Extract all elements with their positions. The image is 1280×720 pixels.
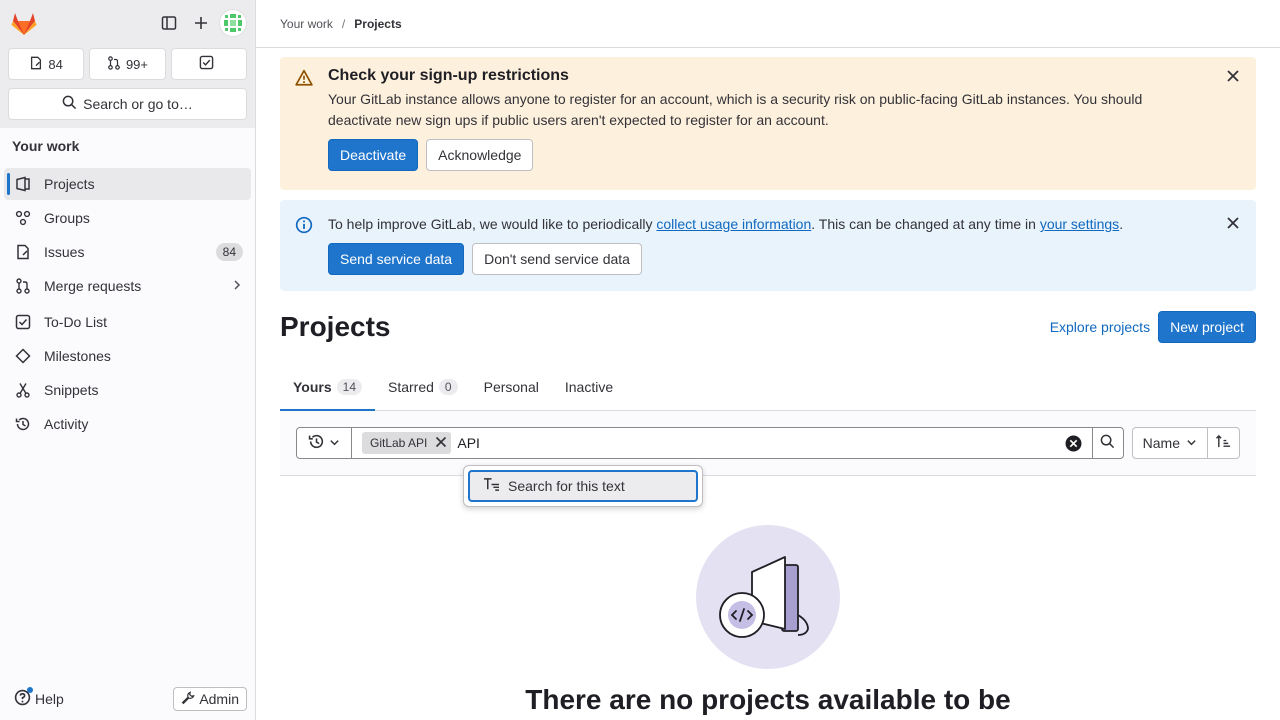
close-icon[interactable] <box>1226 216 1240 233</box>
sidebar-section-title: Your work <box>12 138 80 154</box>
issues-icon <box>14 243 32 261</box>
dont-send-service-data-button[interactable]: Don't send service data <box>472 243 642 275</box>
main-content: Your work / Projects Check your sign-up … <box>256 0 1280 720</box>
toggle-sidebar-icon[interactable] <box>153 7 185 39</box>
avatar[interactable] <box>219 9 247 37</box>
sidebar-item-activity[interactable]: Activity <box>4 408 251 440</box>
alert-title: Check your sign-up restrictions <box>328 67 569 84</box>
close-icon[interactable] <box>1226 69 1240 86</box>
sidebar-item-merge-requests[interactable]: Merge requests <box>4 270 251 302</box>
search-button[interactable] <box>1091 428 1123 458</box>
chevron-down-icon <box>1186 435 1197 451</box>
notification-dot <box>27 687 33 693</box>
search-icon <box>62 95 77 113</box>
sidebar-header: 84 99+ Search or go to… <box>0 0 255 128</box>
sort-by-dropdown[interactable]: Name <box>1131 427 1208 459</box>
filtered-search-input[interactable]: GitLab API API <box>296 427 1124 459</box>
chevron-right-icon <box>231 278 243 294</box>
send-service-data-button[interactable]: Send service data <box>328 243 465 275</box>
search-icon <box>1100 434 1115 452</box>
wrench-icon <box>181 690 195 708</box>
sidebar-item-groups[interactable]: Groups <box>4 202 251 234</box>
snippet-icon <box>14 381 32 399</box>
your-settings-link[interactable]: your settings <box>1040 216 1119 232</box>
todo-icon <box>14 313 32 331</box>
issues-count-badge: 84 <box>215 243 243 261</box>
chevron-down-icon <box>329 435 340 451</box>
warning-icon <box>295 69 313 90</box>
page-title: Projects <box>280 311 391 342</box>
sidebar-footer: Help Admin <box>0 678 255 720</box>
todo-counter[interactable] <box>170 48 247 80</box>
tab-count-badge: 0 <box>438 378 458 395</box>
breadcrumb-current[interactable]: Projects <box>354 17 401 31</box>
merge-requests-counter[interactable]: 99+ <box>89 48 166 80</box>
issues-icon <box>29 56 43 73</box>
recent-searches-button[interactable] <box>297 428 352 458</box>
deactivate-button[interactable]: Deactivate <box>328 139 419 171</box>
milestone-icon <box>14 347 32 365</box>
gitlab-logo-icon[interactable] <box>8 7 40 39</box>
breadcrumb-parent[interactable]: Your work <box>280 17 333 31</box>
search-or-go-to-button[interactable]: Search or go to… <box>8 88 247 120</box>
search-text[interactable]: API <box>457 435 1061 451</box>
collect-usage-information-link[interactable]: collect usage information <box>656 216 811 232</box>
history-icon <box>14 415 32 433</box>
search-token[interactable]: GitLab API <box>362 432 452 454</box>
help-button[interactable]: Help <box>14 687 64 709</box>
breadcrumb: Your work / Projects <box>256 0 1280 48</box>
project-icon <box>14 175 32 193</box>
search-suggestions-dropdown: Search for this text <box>463 465 703 507</box>
tab-personal[interactable]: Personal <box>471 363 552 410</box>
sidebar-item-milestones[interactable]: Milestones <box>4 340 251 372</box>
empty-state-title: There are no projects available to be <box>525 684 1011 715</box>
sort-ascending-icon <box>1215 434 1232 452</box>
sidebar: 84 99+ Search or go to… Your work Projec… <box>0 0 256 720</box>
tab-starred[interactable]: Starred 0 <box>375 363 471 410</box>
new-project-button[interactable]: New project <box>1158 311 1256 343</box>
clear-icon[interactable] <box>1062 435 1086 452</box>
issues-counter[interactable]: 84 <box>8 48 85 80</box>
tab-count-badge: 14 <box>336 378 362 395</box>
breadcrumb-separator: / <box>341 16 346 31</box>
acknowledge-button[interactable]: Acknowledge <box>426 139 534 171</box>
sidebar-item-snippets[interactable]: Snippets <box>4 374 251 406</box>
sidebar-nav: Projects Groups Issues 84 Merge requests… <box>0 166 255 444</box>
explore-projects-link[interactable]: Explore projects <box>1050 319 1150 335</box>
todo-icon <box>199 55 214 73</box>
project-tabs: Yours 14 Starred 0 Personal Inactive <box>280 363 1256 411</box>
information-icon <box>295 216 313 237</box>
text-search-icon <box>483 477 500 495</box>
admin-button[interactable]: Admin <box>173 687 247 711</box>
tab-yours[interactable]: Yours 14 <box>280 363 375 411</box>
signup-restrictions-alert: Check your sign-up restrictions Your Git… <box>280 57 1256 190</box>
filter-bar: GitLab API API Name <box>280 411 1256 476</box>
sort-direction-button[interactable] <box>1208 427 1240 459</box>
sidebar-item-projects[interactable]: Projects <box>4 168 251 200</box>
search-for-this-text-option[interactable]: Search for this text <box>468 470 698 502</box>
group-icon <box>14 209 32 227</box>
empty-projects-illustration-icon <box>696 525 840 669</box>
sidebar-item-todo-list[interactable]: To-Do List <box>4 306 251 338</box>
empty-state: There are no projects available to be <box>280 525 1256 716</box>
tab-inactive[interactable]: Inactive <box>552 363 626 410</box>
merge-request-icon <box>107 55 121 73</box>
sidebar-item-issues[interactable]: Issues 84 <box>4 236 251 268</box>
usage-data-alert: To help improve GitLab, we would like to… <box>280 200 1256 291</box>
plus-icon[interactable] <box>185 7 217 39</box>
alert-body: Your GitLab instance allows anyone to re… <box>328 91 1143 128</box>
close-icon[interactable] <box>435 436 447 451</box>
merge-request-icon <box>14 277 32 295</box>
history-icon <box>308 433 325 453</box>
sort-control: Name <box>1131 427 1240 459</box>
alert-body: To help improve GitLab, we would like to… <box>328 216 1124 232</box>
